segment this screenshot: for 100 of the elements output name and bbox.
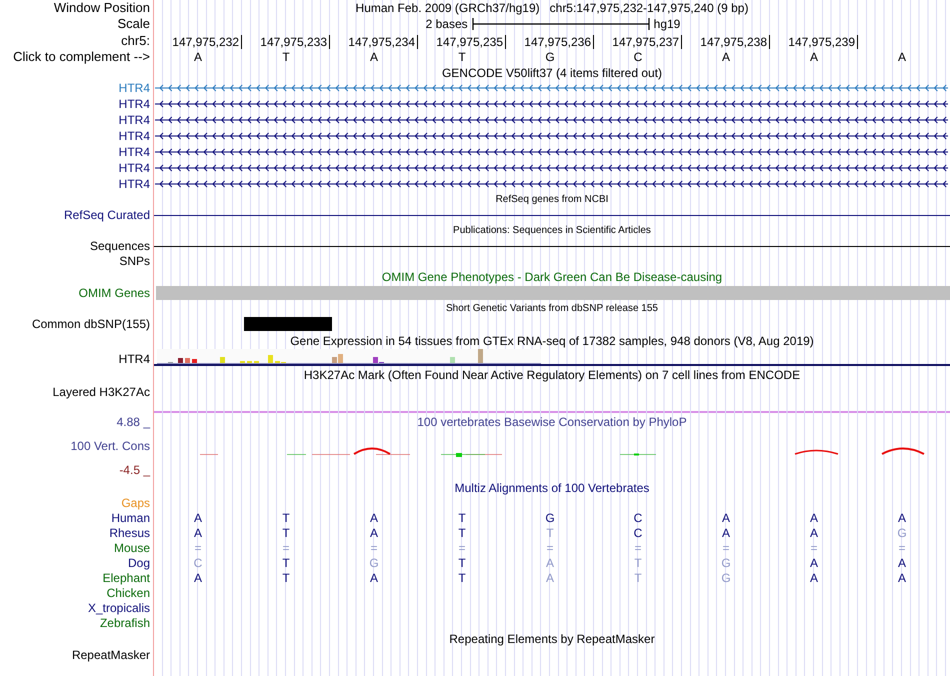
gene-label: HTR4 [118,96,150,112]
base-letter: T [634,571,642,586]
species-label: Elephant [102,571,150,586]
base-letter: A [370,571,378,586]
base-letter: = [634,541,642,556]
base-letter[interactable]: A [810,50,818,64]
axis-min-label: -4.5 _ [119,462,150,478]
base-letter: A [810,526,818,541]
base-letter: = [546,541,554,556]
base-letter: A [810,511,818,526]
track-title: RefSeq genes from NCBI [496,193,608,207]
base-letter: A [546,556,554,571]
base-letter: A [370,511,378,526]
gene-label: HTR4 [118,80,150,96]
base-letter: = [810,541,818,556]
base-letter: T [458,556,466,571]
position-label: 147,975,232 [154,34,242,48]
base-letter: T [546,526,554,541]
track-label: RepeatMasker [72,647,150,663]
track-label: RefSeq Curated [64,207,150,223]
position-label: 147,975,236 [506,34,594,48]
complement-link[interactable]: Click to complement --> [13,49,150,65]
base-letter: C [634,511,642,526]
base-letter[interactable]: C [634,50,642,64]
position-label: 147,975,234 [330,34,418,48]
track-title: Repeating Elements by RepeatMasker [449,631,655,648]
base-letter[interactable]: T [458,50,466,64]
base-letter[interactable]: A [194,50,202,64]
row-label: Window Position [54,0,150,16]
position-label: 147,975,237 [594,34,682,48]
track-label: Common dbSNP(155) [32,316,150,332]
track-label: 100 Vert. Cons [70,439,150,454]
base-letter: T [458,571,466,586]
base-letter: T [282,526,290,541]
base-letter: A [722,526,730,541]
base-letter[interactable]: A [898,50,906,64]
species-label: Zebrafish [100,616,150,631]
track-title: Publications: Sequences in Scientific Articles [453,224,651,238]
base-letter: A [810,571,818,586]
base-letter: C [634,526,642,541]
species-label: X_tropicalis [88,601,150,616]
row-label: chr5: [121,32,150,49]
base-letter: A [898,556,906,571]
base-letter: G [721,571,731,586]
base-letter: T [634,556,642,571]
gene-label: HTR4 [118,112,150,128]
base-letter[interactable]: A [370,50,378,64]
position-label: 147,975,233 [242,34,330,48]
position-title: chr5:147,975,232-147,975,240 (9 bp) [550,0,748,17]
base-letter: G [369,556,379,571]
species-label: Mouse [114,541,150,556]
gene-label: HTR4 [118,128,150,144]
track-title: Gene Expression in 54 tissues from GTEx RNA-seq of 17382 samples, 948 donors (V8, Aug 2019) [290,332,814,350]
base-letter: A [722,511,730,526]
gene-label: HTR4 [118,144,150,160]
base-letter: A [194,526,202,541]
base-letter: = [898,541,906,556]
species-label: Rhesus [109,526,150,541]
base-letter: T [282,556,290,571]
gene-label: HTR4 [118,176,150,192]
position-label: 147,975,235 [418,34,506,48]
track-title: H3K27Ac Mark (Often Found Near Active Regulatory Elements) on 7 cell lines from ENCODE [304,367,800,384]
base-letter: = [194,541,202,556]
track-title: Short Genetic Variants from dbSNP release 155 [446,302,658,316]
base-letter: T [282,571,290,586]
base-letter[interactable]: A [722,50,730,64]
track-label: Sequences [90,238,150,254]
scale-assembly: hg19 [654,16,680,33]
scale-text: 2 bases [426,16,468,33]
species-label: Human [111,511,150,526]
position-label: 147,975,239 [770,34,858,48]
track-label: HTR4 [118,351,150,368]
base-letter: A [546,571,554,586]
species-label: Dog [128,556,150,571]
track-label: OMIM Genes [78,285,150,301]
base-letter: T [458,511,466,526]
track-label: SNPs [119,254,150,269]
species-label: Chicken [106,586,150,601]
base-letter: A [898,571,906,586]
base-letter: = [282,541,290,556]
base-letter: G [721,556,731,571]
track-title: GENCODE V50lift37 (4 items filtered out) [442,64,662,82]
track-label: Layered H3K27Ac [52,384,150,400]
track-title: Multiz Alignments of 100 Vertebrates [454,480,650,496]
base-letter: A [898,511,906,526]
base-letter: A [194,511,202,526]
base-letter[interactable]: G [545,50,555,64]
base-letter: = [722,541,730,556]
position-label: 147,975,238 [682,34,770,48]
assembly-title: Human Feb. 2009 (GRCh37/hg19) [356,0,540,17]
row-label: Scale [117,16,150,32]
base-letter: = [370,541,378,556]
track-title: 100 vertebrates Basewise Conservation by PhyloP [417,414,687,431]
base-letter: = [458,541,466,556]
track-title: OMIM Gene Phenotypes - Dark Green Can Be Disease-causing [382,269,722,286]
base-letter[interactable]: T [282,50,290,64]
base-letter: A [194,571,202,586]
base-letter: C [194,556,202,571]
base-letter: G [545,511,555,526]
base-letter: T [458,526,466,541]
